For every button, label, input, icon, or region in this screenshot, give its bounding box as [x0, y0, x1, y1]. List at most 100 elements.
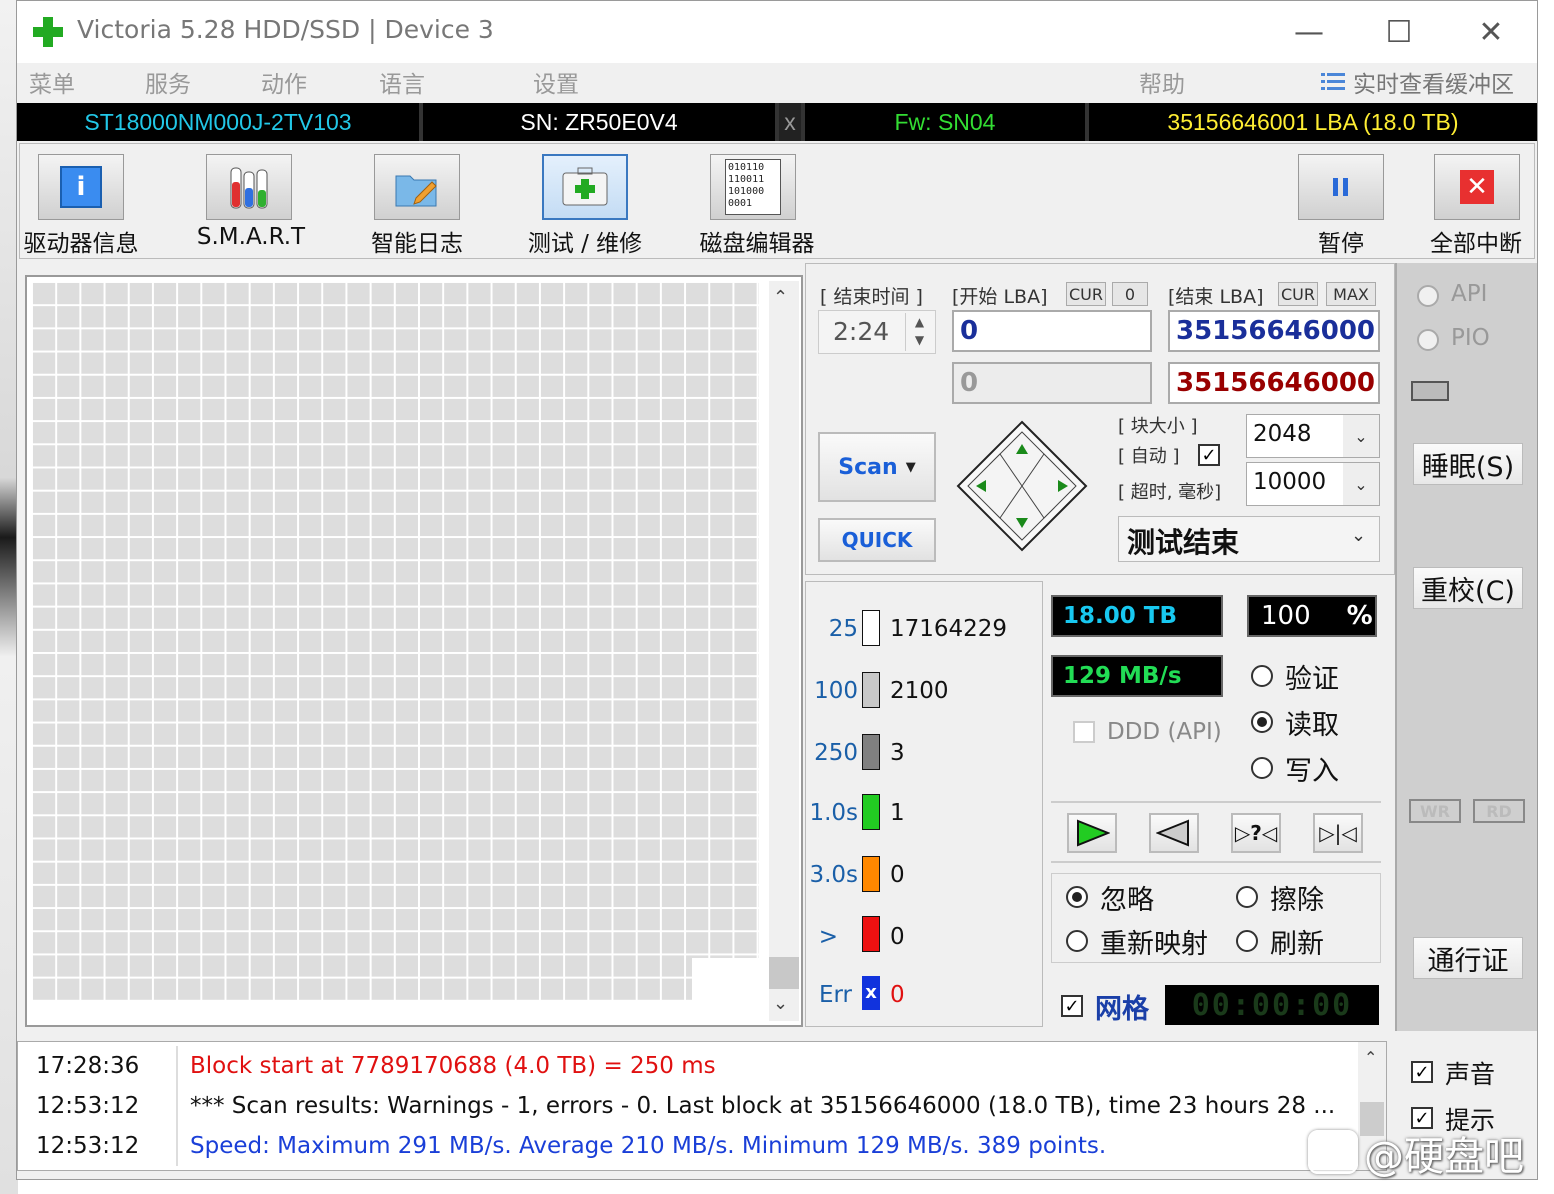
pio-radio[interactable] — [1417, 329, 1439, 351]
ignore-radio[interactable] — [1066, 886, 1088, 908]
log-row: 17:28:36 Block start at 7789170688 (4.0 … — [18, 1046, 1358, 1086]
pause-label: 暂停 — [1318, 231, 1364, 257]
smart-button[interactable] — [206, 154, 292, 220]
menu-help[interactable]: 帮助 — [1139, 65, 1185, 99]
quick-button[interactable]: QUICK — [818, 518, 936, 562]
log-message: Block start at 7789170688 (4.0 TB) = 250… — [190, 1053, 716, 1079]
scroll-down-icon[interactable]: ⌄ — [773, 993, 788, 1014]
ignore-label: 忽略 — [1100, 885, 1154, 916]
pause-button[interactable] — [1298, 154, 1384, 220]
scanned-size-display: 18.00 TB — [1051, 595, 1223, 637]
end-time-spinner[interactable]: 2:24 ▲ ▼ — [818, 310, 936, 354]
block-size-select[interactable]: 2048 ⌄ — [1246, 414, 1380, 458]
stat-count: 0 — [890, 924, 905, 950]
stop-x-icon: ✕ — [1460, 170, 1494, 204]
end-lba-label: [结束 LBA] — [1168, 286, 1264, 308]
menu-service[interactable]: 服务 — [145, 65, 191, 99]
info-icon: i — [60, 166, 102, 208]
scroll-thumb[interactable] — [769, 957, 799, 989]
scan-dropdown-button[interactable]: Scan ▼ — [818, 432, 936, 502]
spinner-arrows-icon[interactable]: ▲ ▼ — [905, 313, 933, 351]
api-radio[interactable] — [1417, 285, 1439, 307]
end-lba-input[interactable]: 35156646000 — [1168, 310, 1380, 352]
buffer-view-link[interactable]: 实时查看缓冲区 — [1353, 65, 1514, 99]
play-icon — [1077, 819, 1110, 847]
disk-editor-button[interactable]: 010110 110011 101000 0001 — [710, 154, 796, 220]
percent-unit: % — [1346, 601, 1373, 631]
abort-all-button[interactable]: ✕ — [1434, 154, 1520, 220]
stat-row-25ms: 25 17164229 — [806, 610, 1042, 650]
log-separator — [176, 1126, 178, 1166]
latency-stats-panel: 25 17164229 100 2100 250 3 1.0s 1 3.0s 0… — [805, 581, 1043, 1027]
wr-indicator: WR — [1409, 799, 1461, 823]
drive-info-button[interactable]: i — [38, 154, 124, 220]
maximize-button[interactable]: ☐ — [1353, 1, 1445, 63]
ddd-api-label: DDD (API) — [1107, 719, 1222, 745]
auto-checkbox[interactable]: ✓ — [1198, 444, 1220, 466]
log-time: 12:53:12 — [36, 1093, 140, 1119]
start-cur-button[interactable]: CUR — [1066, 282, 1106, 306]
tieba-logo-icon — [1308, 1130, 1358, 1174]
end-max-button[interactable]: MAX — [1326, 282, 1376, 306]
close-button[interactable]: ✕ — [1445, 1, 1537, 63]
ddd-api-checkbox[interactable] — [1073, 721, 1095, 743]
api-label: API — [1451, 281, 1488, 307]
chevron-down-icon: ⌄ — [1343, 415, 1379, 457]
smart-label: S.M.A.R.T — [196, 224, 306, 250]
menu-language[interactable]: 语言 — [379, 65, 425, 99]
navigation-pad[interactable] — [956, 420, 1088, 552]
refresh-radio[interactable] — [1236, 930, 1258, 952]
log-time: 17:28:36 — [36, 1053, 140, 1079]
end-lba-current: 35156646000 — [1168, 362, 1380, 404]
stat-color-box — [862, 734, 880, 770]
scroll-up-icon[interactable]: ⌃ — [773, 287, 788, 308]
menu-settings[interactable]: 设置 — [533, 65, 579, 99]
scroll-up-icon[interactable]: ⌃ — [1364, 1048, 1377, 1067]
log-panel: 17:28:36 Block start at 7789170688 (4.0 … — [17, 1041, 1387, 1171]
stat-row-1s: 1.0s 1 — [806, 794, 1042, 834]
log-row: 12:53:12 *** Scan results: Warnings - 1,… — [18, 1086, 1358, 1126]
percent-display: 100 % — [1247, 595, 1377, 637]
menu-main[interactable]: 菜单 — [29, 65, 75, 99]
remap-label: 重新映射 — [1100, 929, 1208, 960]
main-toolbar: i 驱动器信息 S.M.A.R.T 智能日志 测试 / 维修 010110 11… — [19, 143, 1535, 259]
device-close-x[interactable]: x — [779, 103, 805, 141]
minimize-button[interactable]: — — [1263, 1, 1355, 63]
port-indicator — [1411, 381, 1449, 401]
drive-serial: SN: ZR50E0V4 — [423, 103, 779, 141]
smart-log-button[interactable] — [374, 154, 460, 220]
test-repair-button[interactable] — [542, 154, 628, 220]
pio-label: PIO — [1451, 325, 1490, 351]
test-status-select[interactable]: 测试结束 ⌄ — [1118, 516, 1380, 562]
grid-checkbox[interactable]: ✓ — [1061, 995, 1083, 1017]
test-status-value: 测试结束 — [1127, 526, 1240, 559]
random-seek-button[interactable]: ▷?◁ — [1231, 813, 1281, 853]
sleep-button[interactable]: 睡眠(S) — [1413, 443, 1523, 485]
drive-capacity: 35156646001 LBA (18.0 TB) — [1167, 108, 1459, 135]
butterfly-button[interactable]: ▷|◁ — [1313, 813, 1363, 853]
start-lba-input[interactable]: 0 — [952, 310, 1152, 352]
end-cur-button[interactable]: CUR — [1278, 282, 1318, 306]
passport-button[interactable]: 通行证 — [1413, 937, 1523, 979]
verify-radio[interactable] — [1251, 665, 1273, 687]
remap-radio[interactable] — [1066, 930, 1088, 952]
menu-action[interactable]: 动作 — [261, 65, 307, 99]
read-radio[interactable] — [1251, 711, 1273, 733]
drive-firmware: Fw: SN04 — [805, 103, 1089, 141]
stat-count: 2100 — [890, 678, 949, 704]
erase-label: 擦除 — [1270, 885, 1324, 916]
grid-label: 网格 — [1095, 994, 1149, 1025]
stat-label: > — [818, 924, 838, 950]
play-button[interactable] — [1067, 813, 1117, 853]
block-size-label: [ 块大小 ] — [1118, 416, 1198, 437]
recalibrate-button[interactable]: 重校(C) — [1413, 567, 1523, 609]
reverse-button[interactable] — [1149, 813, 1199, 853]
pause-icon — [1333, 178, 1348, 196]
timeout-select[interactable]: 10000 ⌄ — [1246, 462, 1380, 506]
write-radio[interactable] — [1251, 757, 1273, 779]
app-window: Victoria 5.28 HDD/SSD | Device 3 — ☐ ✕ 菜… — [16, 0, 1538, 1180]
block-map-scrollbar[interactable]: ⌃ ⌄ — [769, 281, 799, 1021]
sound-checkbox[interactable]: ✓ — [1411, 1061, 1433, 1083]
stat-row-error: Err x 0 — [806, 976, 1042, 1016]
erase-radio[interactable] — [1236, 886, 1258, 908]
